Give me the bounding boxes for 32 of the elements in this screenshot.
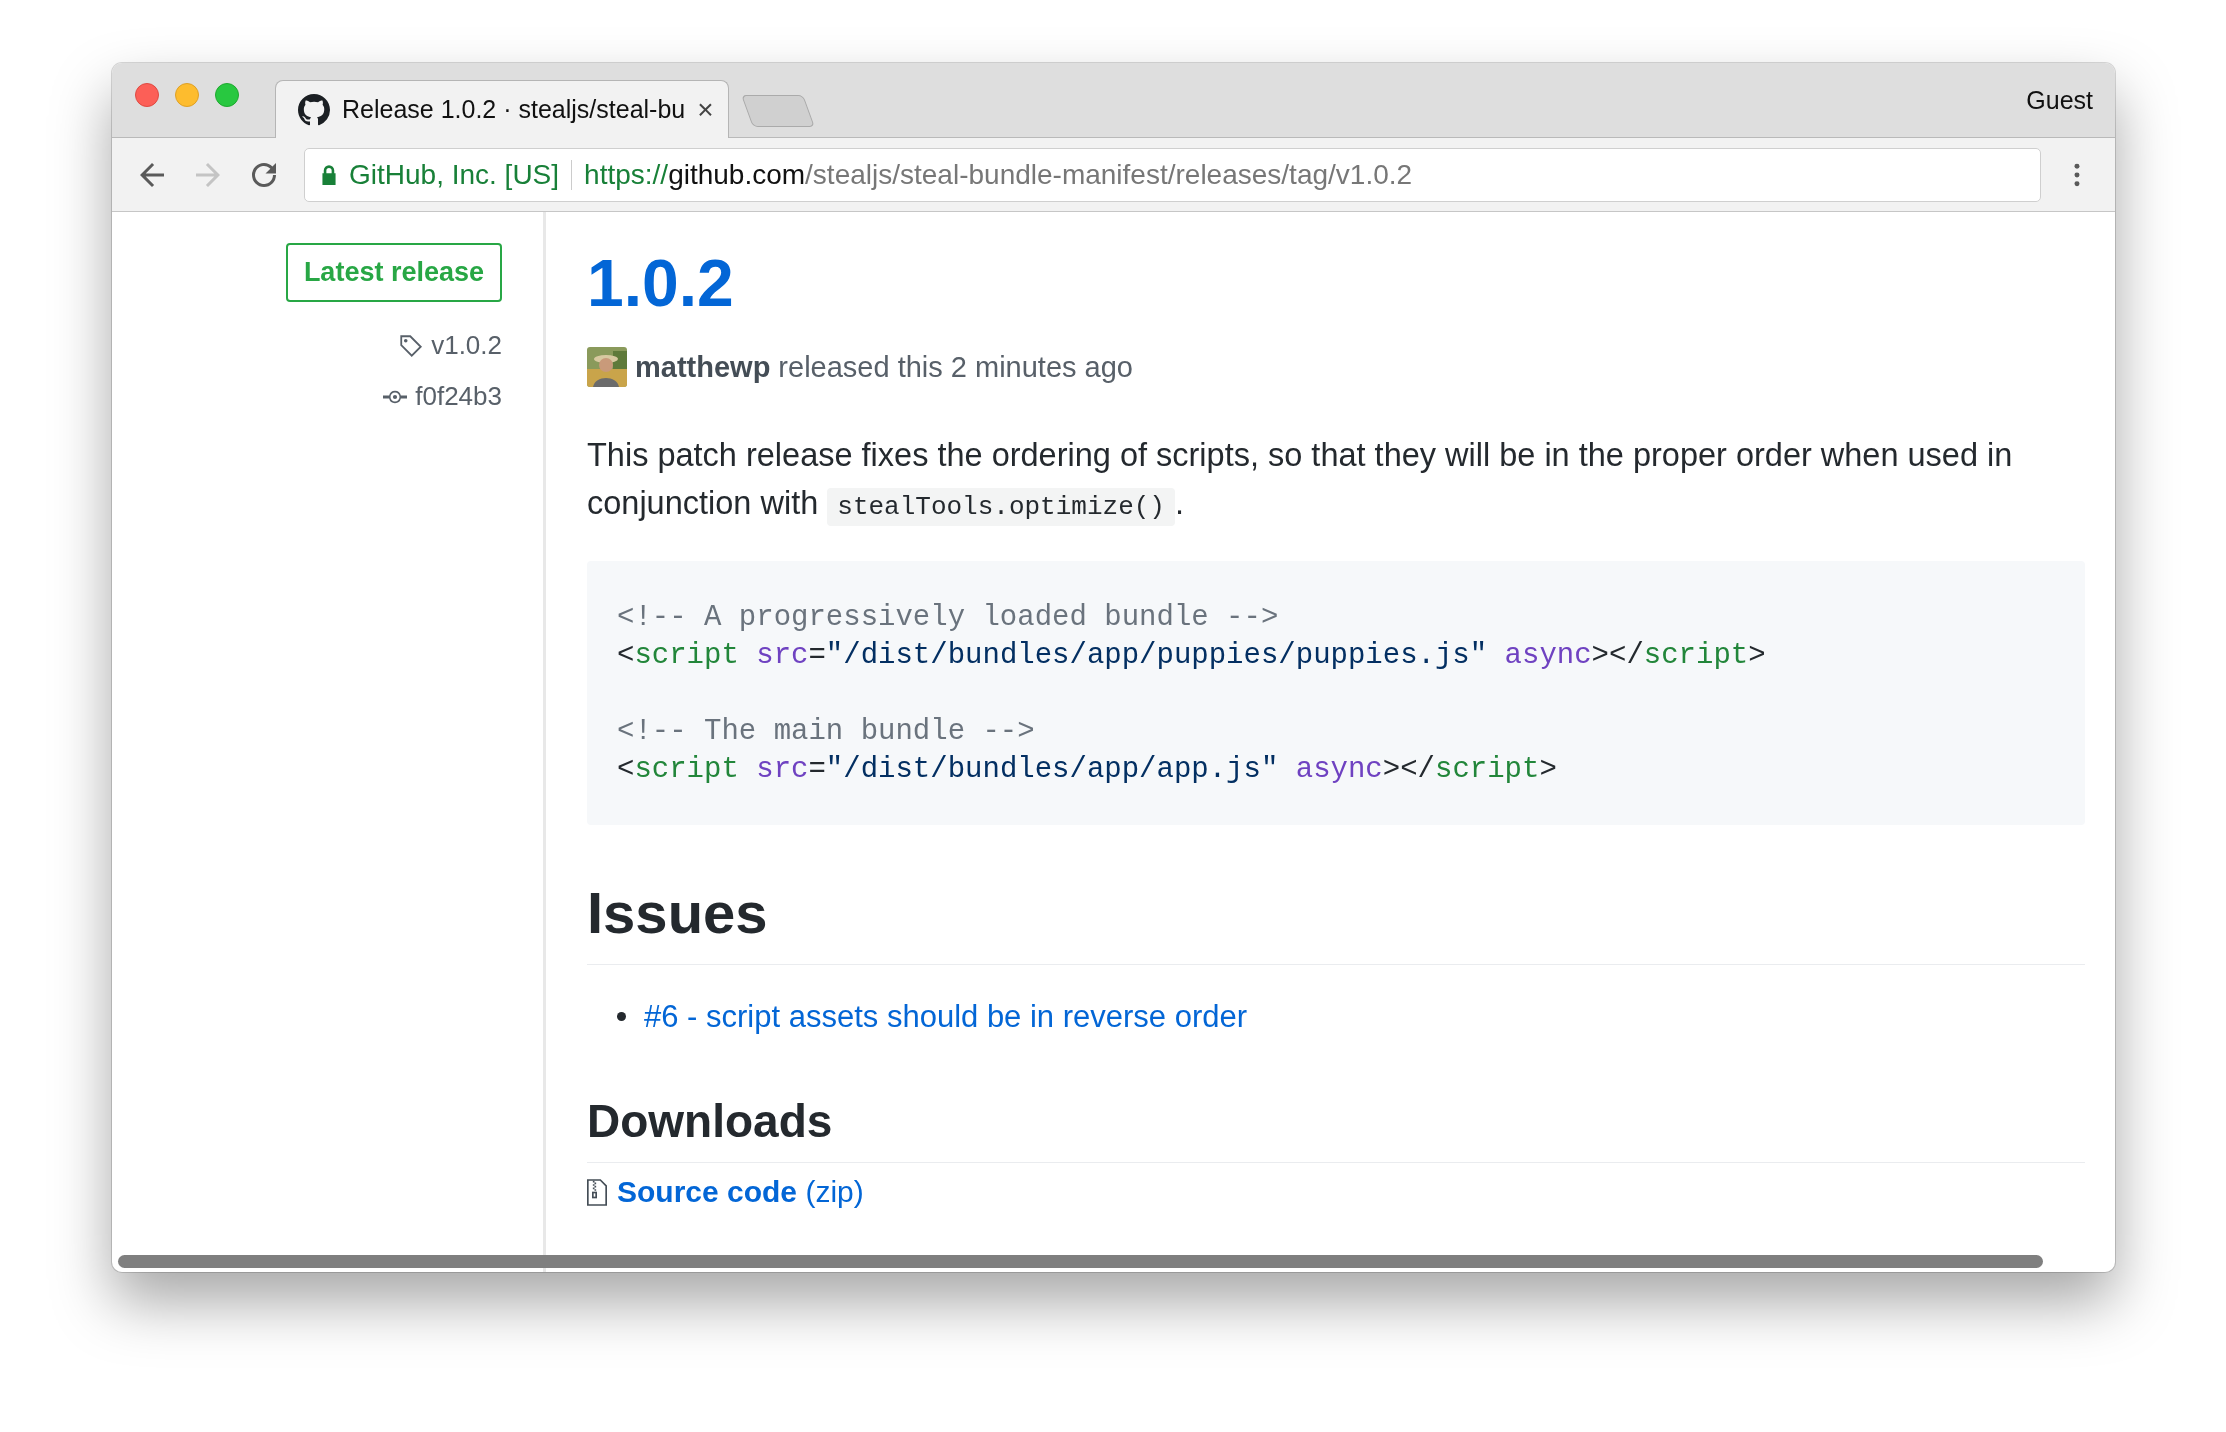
scrollbar-thumb[interactable] — [118, 1255, 2043, 1268]
code-line: <script src="/dist/bundles/app/puppies/puppies.js" async></script> — [617, 638, 1766, 674]
code-line: <script src="/dist/bundles/app/app.js" async></script> — [617, 752, 1557, 788]
octocat-icon — [298, 93, 330, 126]
tag-link[interactable]: v1.0.2 — [431, 330, 502, 361]
tab-close-button[interactable]: × — [697, 93, 714, 126]
tag-icon — [399, 333, 424, 358]
commit-link[interactable]: f0f24b3 — [415, 381, 502, 412]
download-link[interactable]: Source code (zip) — [617, 1175, 864, 1209]
release-title[interactable]: 1.0.2 — [587, 234, 734, 333]
code-comment: <!-- A progressively loaded bundle --> — [617, 600, 1279, 636]
browser-tab[interactable]: Release 1.0.2 · stealjs/steal-bu × — [275, 80, 729, 138]
release-byline: released this 2 minutes ago — [778, 350, 1133, 384]
latest-release-label: Latest release — [285, 243, 502, 302]
release-description: This patch release fixes the ordering of scripts, so that they will be in the proper order when used in conjunction with stealTools.optimize() . — [587, 431, 2085, 531]
url-text: https://github.com/stealjs/steal-bundle-manifest/releases/tag/v1.0.2 — [584, 158, 1413, 191]
lock-icon — [321, 164, 337, 185]
minimize-window-icon[interactable] — [175, 83, 199, 107]
address-bar[interactable]: GitHub, Inc. [US] https://github.com/stealjs/steal-bundle-manifest/releases/tag/v1.0.2 — [304, 147, 2041, 202]
close-window-icon[interactable] — [135, 83, 159, 107]
code-comment: <!-- The main bundle --> — [617, 714, 1035, 750]
issues-heading: Issues — [587, 877, 2085, 965]
downloads-heading: Downloads — [587, 1092, 2085, 1163]
zip-file-icon — [587, 1178, 607, 1206]
menu-icon[interactable] — [2073, 161, 2081, 188]
tab-title: Release 1.0.2 · stealjs/steal-bu — [342, 95, 686, 124]
author-link[interactable]: matthewp — [635, 350, 771, 384]
zoom-window-icon[interactable] — [215, 83, 239, 107]
bullet-icon — [617, 1012, 626, 1021]
security-label: GitHub, Inc. [US] — [349, 158, 560, 191]
issue-link[interactable]: #6 - script assets should be in reverse order — [644, 992, 1248, 1041]
profile-name[interactable]: Guest — [2026, 86, 2115, 137]
